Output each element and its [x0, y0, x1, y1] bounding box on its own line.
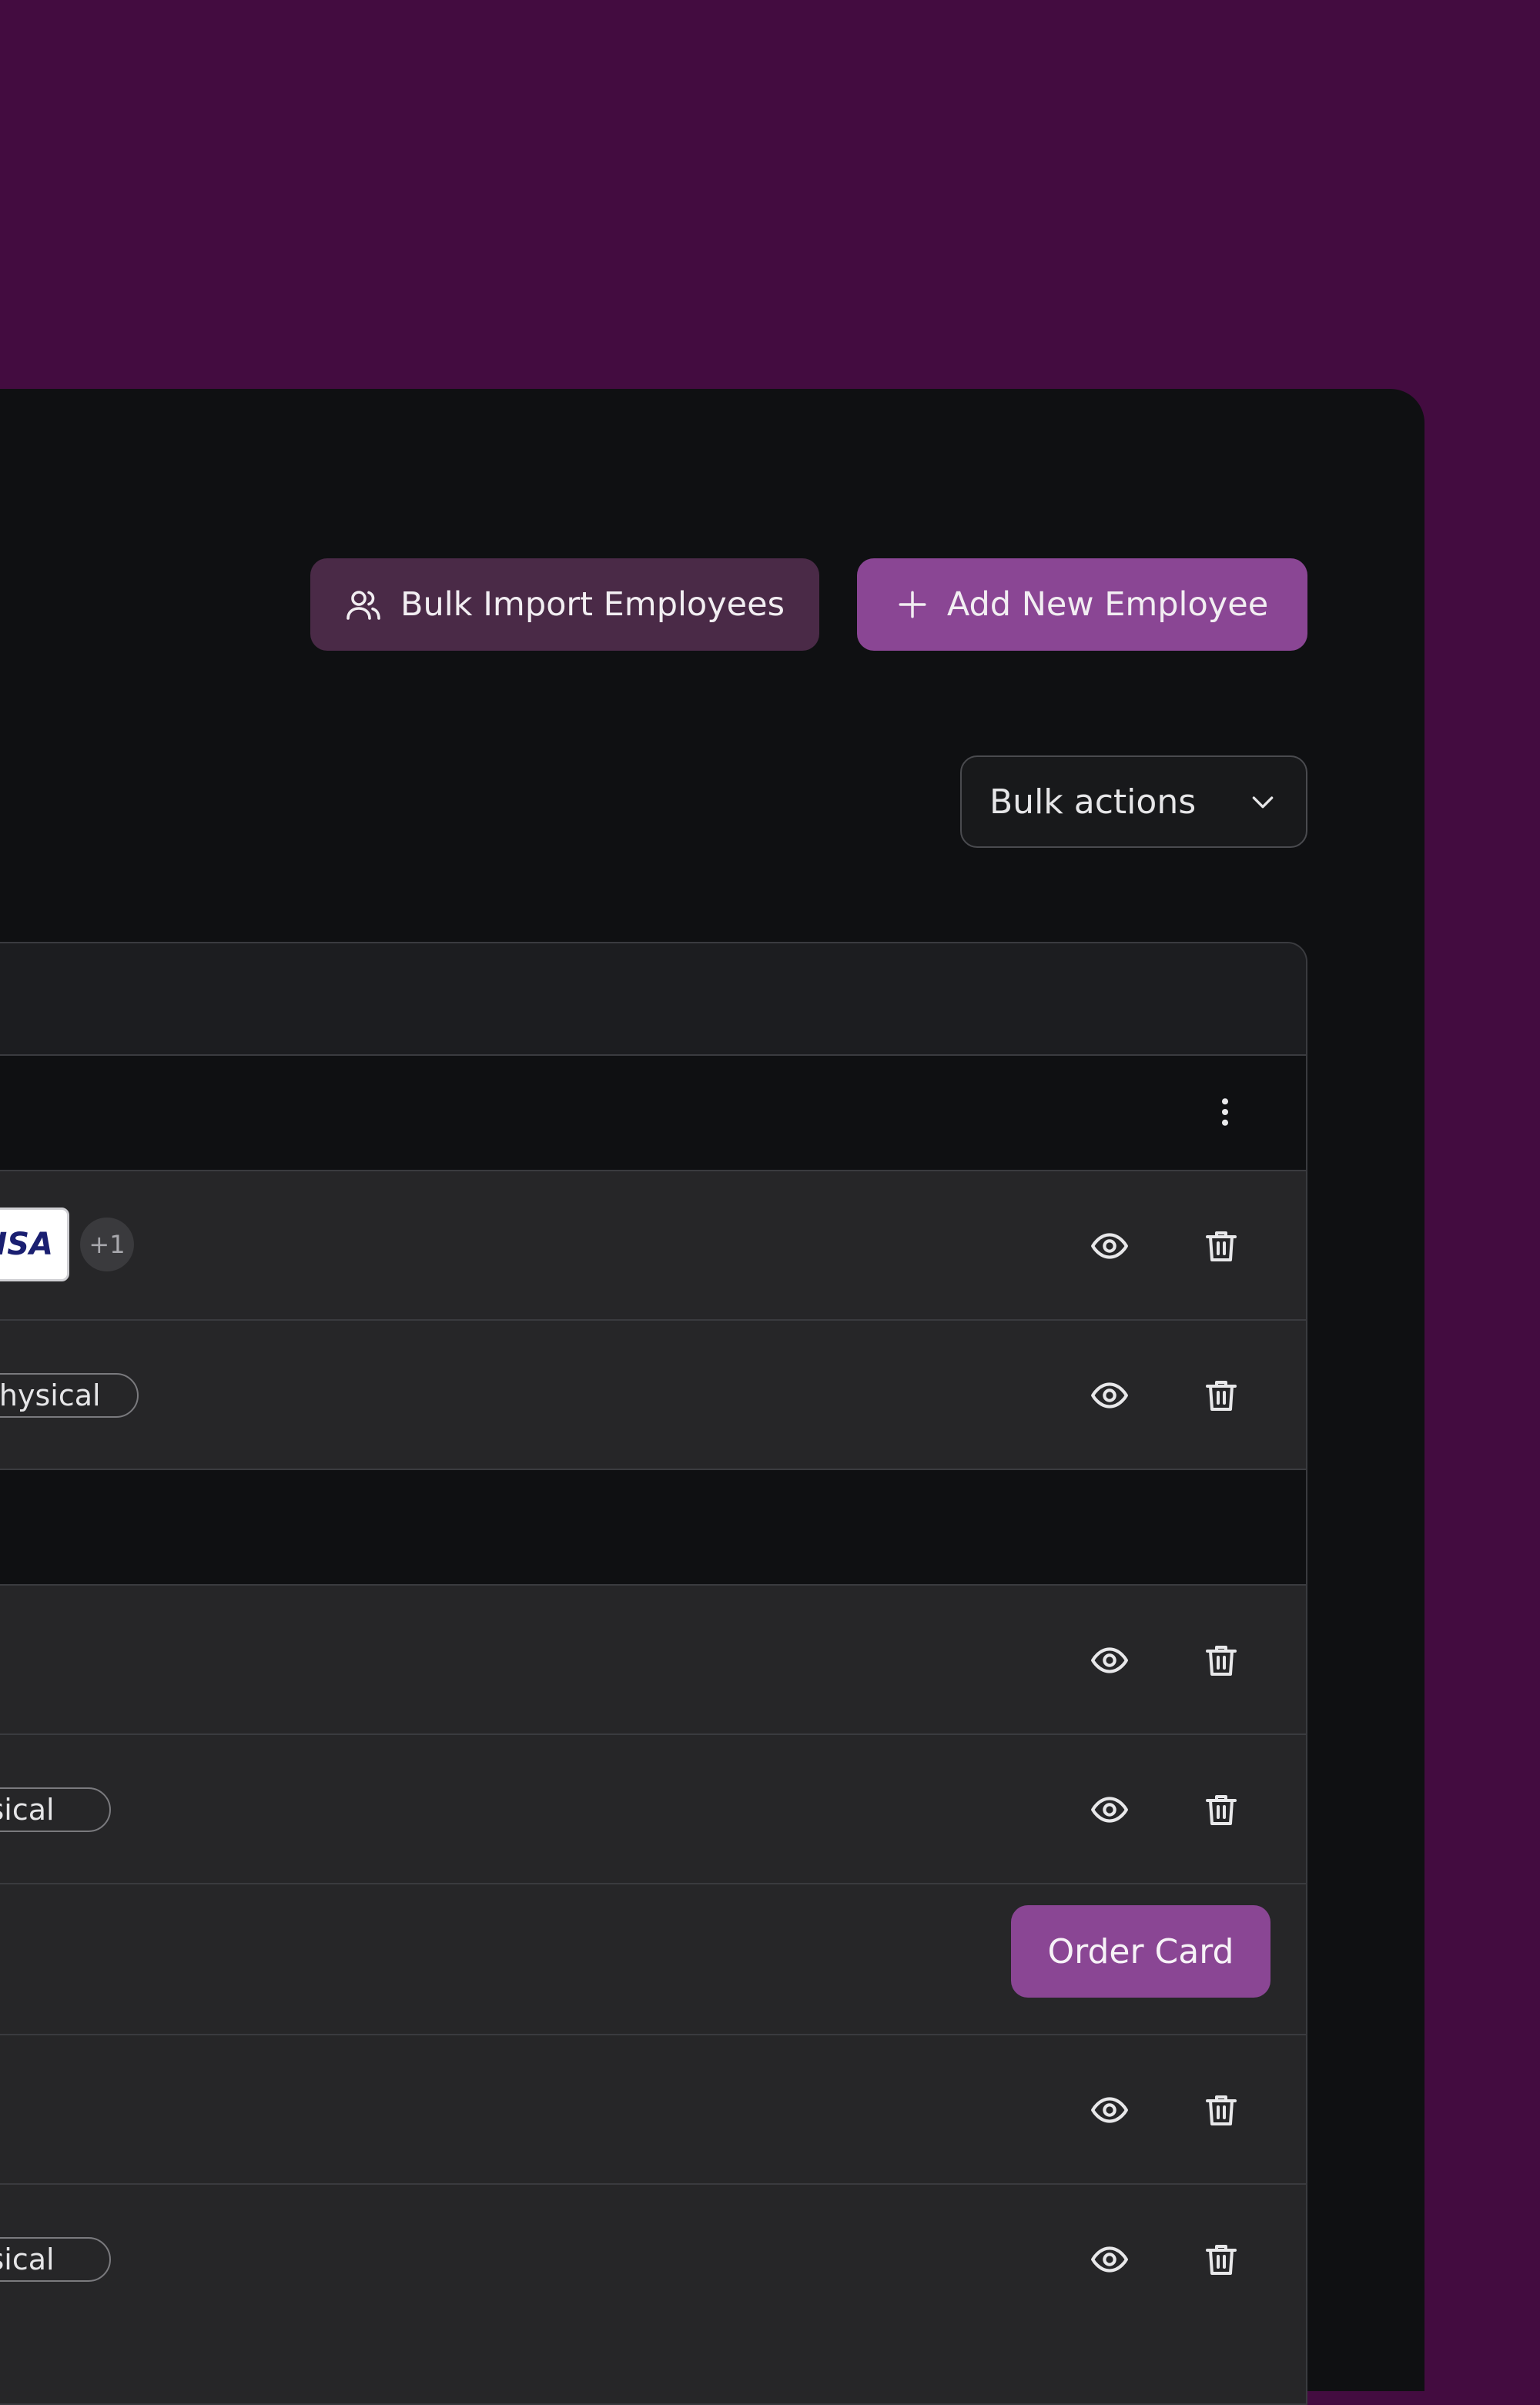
employees-table: VISA +1 Physical Physical Phy: [0, 942, 1307, 2405]
card-type-badge: Physical: [0, 1787, 111, 1832]
eye-icon[interactable]: [1086, 2236, 1133, 2283]
eye-icon[interactable]: [1086, 1223, 1133, 1269]
group-row: [0, 1054, 1306, 1170]
extra-cards-count: +1: [89, 1230, 126, 1259]
chevron-down-icon: [1252, 796, 1274, 809]
eye-icon[interactable]: [1086, 1372, 1133, 1419]
visa-card-badge: VISA: [0, 1208, 69, 1281]
table-header: [0, 943, 1306, 1054]
group-row: [0, 1469, 1306, 1584]
trash-icon[interactable]: [1198, 1787, 1244, 1833]
add-employee-label: Add New Employee: [946, 585, 1269, 624]
users-icon: [346, 591, 380, 620]
bulk-actions-label: Bulk actions: [989, 782, 1197, 822]
card-type-label: Physical: [0, 1378, 101, 1412]
order-card-label: Order Card: [1047, 1931, 1234, 1971]
card-type-label: Physical: [0, 1793, 55, 1827]
bulk-actions-dropdown[interactable]: Bulk actions: [960, 755, 1307, 848]
trash-icon[interactable]: [1198, 1372, 1244, 1419]
table-row: [0, 1584, 1306, 1733]
card-type-badge: Physical: [0, 1373, 139, 1418]
eye-icon[interactable]: [1086, 1787, 1133, 1833]
bulk-import-label: Bulk Import Employees: [400, 585, 785, 624]
card-type-badge: Physical: [0, 2237, 111, 2282]
trash-icon[interactable]: [1198, 1223, 1244, 1269]
eye-icon[interactable]: [1086, 1637, 1133, 1683]
plus-icon: [899, 591, 926, 618]
table-row: [0, 2034, 1306, 2183]
card-brand: VISA: [0, 1227, 53, 1262]
extra-cards-badge: +1: [80, 1218, 134, 1271]
trash-icon[interactable]: [1198, 1637, 1244, 1683]
order-card-button[interactable]: Order Card: [1011, 1905, 1270, 1998]
more-vertical-icon[interactable]: [1202, 1089, 1248, 1135]
trash-icon[interactable]: [1198, 2087, 1244, 2133]
add-employee-button[interactable]: Add New Employee: [857, 558, 1307, 651]
table-row: Physical: [0, 1733, 1306, 1883]
table-row: Physical: [0, 1319, 1306, 1469]
card-type-label: Physical: [0, 2243, 55, 2276]
bulk-import-button[interactable]: Bulk Import Employees: [310, 558, 819, 651]
table-row: VISA +1: [0, 1170, 1306, 1319]
trash-icon[interactable]: [1198, 2236, 1244, 2283]
eye-icon[interactable]: [1086, 2087, 1133, 2133]
